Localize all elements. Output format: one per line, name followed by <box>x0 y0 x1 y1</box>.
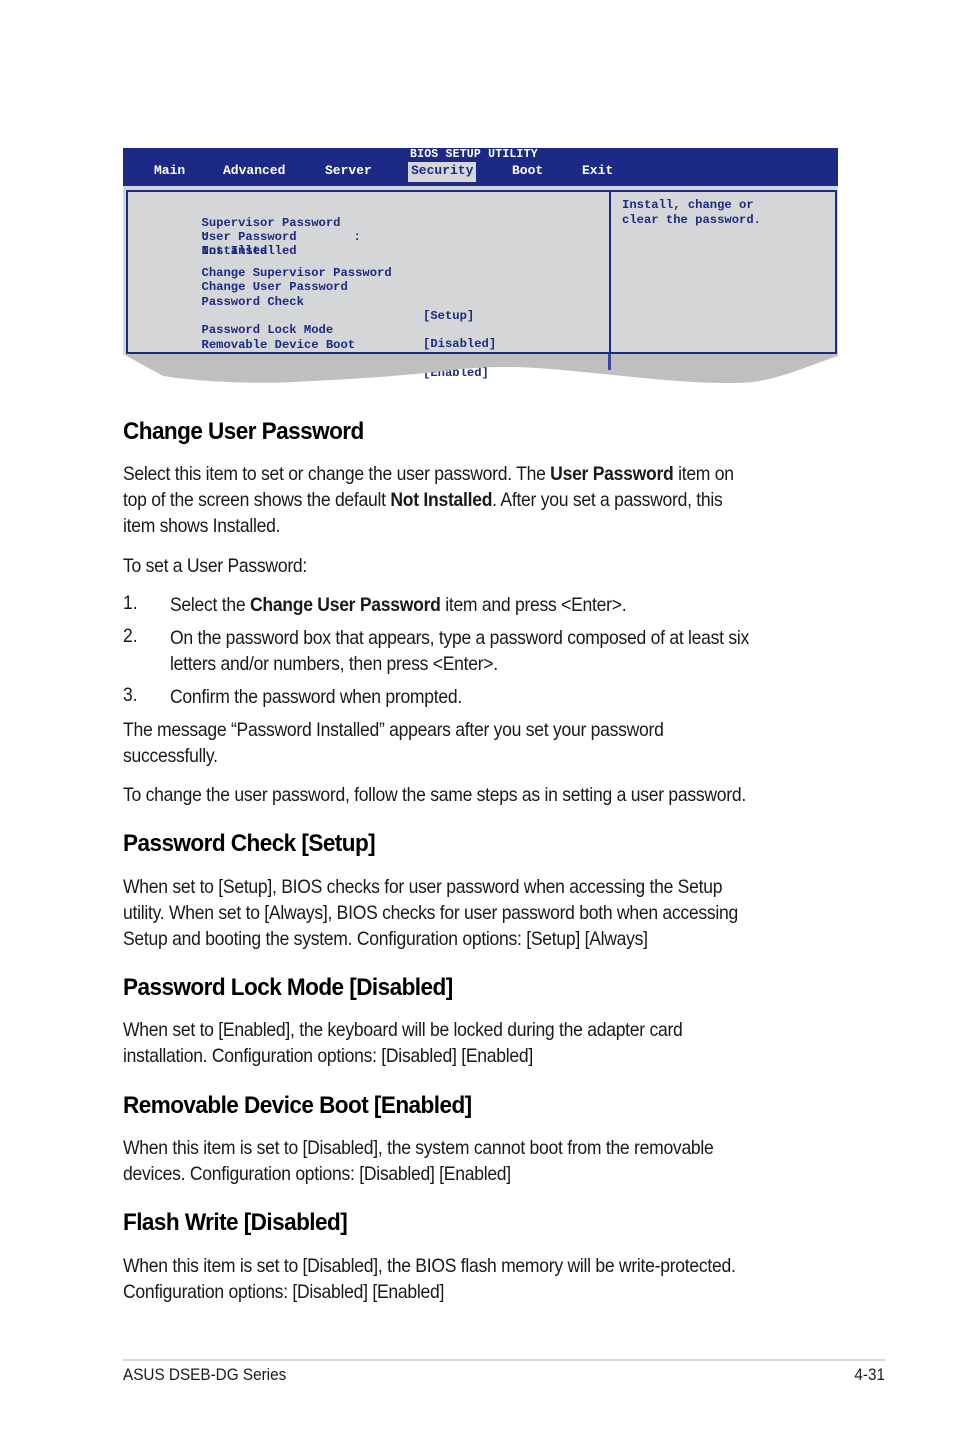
paragraph-line: Setup and booting the system. Configurat… <box>123 928 648 950</box>
status-sep: : <box>353 230 361 244</box>
step-text: On the password box that appears, type a… <box>170 627 750 649</box>
bios-header: BIOS SETUP UTILITY Main Advanced Server … <box>123 148 838 186</box>
paragraph-line: The message “Password Installed” appears… <box>123 719 664 741</box>
step-text: Confirm the password when prompted. <box>170 686 462 708</box>
tab-security[interactable]: Security <box>408 162 477 182</box>
text-span: Select the <box>170 594 250 616</box>
text-span: . After you set a password, this <box>492 489 723 511</box>
tab-server[interactable]: Server <box>322 162 375 182</box>
step-number: 2. <box>123 625 138 647</box>
paragraph-line: Configuration options: [Disabled] [Enabl… <box>123 1281 445 1303</box>
item-label: Password Check <box>201 295 304 309</box>
bios-settings-panel: Supervisor Password : Installed User Pas… <box>126 190 610 380</box>
bios-body: Supervisor Password : Installed User Pas… <box>123 186 838 380</box>
bold-text: User Password <box>550 463 674 485</box>
heading-password-lock-mode: Password Lock Mode [Disabled] <box>123 974 453 1001</box>
text-span: Select this item to set or change the us… <box>123 463 551 485</box>
tab-advanced[interactable]: Advanced <box>220 162 288 182</box>
paragraph-line: successfully. <box>123 745 218 767</box>
paragraph-line: devices. Configuration options: [Disable… <box>123 1163 511 1185</box>
bios-setup-screenshot: BIOS SETUP UTILITY Main Advanced Server … <box>123 148 838 386</box>
paragraph-line: utility. When set to [Always], BIOS chec… <box>123 902 739 924</box>
bold-text: Change User Password <box>249 594 441 616</box>
step-text: letters and/or numbers, then press <Ente… <box>170 653 498 675</box>
help-text-line: clear the password. <box>622 213 761 227</box>
paragraph-line: To change the user password, follow the … <box>123 784 746 806</box>
tab-boot[interactable]: Boot <box>509 162 546 182</box>
torn-edge-graphic <box>123 354 838 384</box>
paragraph-line: When set to [Setup], BIOS checks for use… <box>123 876 723 898</box>
text-span: item and press <Enter>. <box>440 594 627 616</box>
bios-help-panel: Install, change or clear the password. <box>609 190 837 354</box>
heading-change-user-password: Change User Password <box>123 418 364 445</box>
to-set-label: To set a User Password: <box>123 555 307 577</box>
paragraph-line: When set to [Enabled], the keyboard will… <box>123 1019 683 1041</box>
footer-divider <box>123 1359 885 1361</box>
paragraph-line: item shows Installed. <box>123 515 281 537</box>
paragraph-line: When this item is set to [Disabled], the… <box>123 1137 714 1159</box>
paragraph-line: When this item is set to [Disabled], the… <box>123 1255 736 1277</box>
step-number: 3. <box>123 684 138 706</box>
status-label: User Password <box>201 230 297 244</box>
tab-main[interactable]: Main <box>151 162 188 182</box>
step-number: 1. <box>123 592 138 614</box>
help-text-line: Install, change or <box>622 198 754 212</box>
tab-exit[interactable]: Exit <box>579 162 616 182</box>
text-span: top of the screen shows the default <box>123 489 391 511</box>
paragraph-line: installation. Configuration options: [Di… <box>123 1045 533 1067</box>
heading-flash-write: Flash Write [Disabled] <box>123 1209 348 1236</box>
bold-text: Not Installed <box>390 489 493 511</box>
paragraph-line: Select this item to set or change the us… <box>123 461 734 487</box>
bios-title: BIOS SETUP UTILITY <box>410 148 538 161</box>
heading-removable-device-boot: Removable Device Boot [Enabled] <box>123 1092 472 1119</box>
step-text: Select the Change User Password item and… <box>170 592 627 618</box>
footer-page-number: 4-31 <box>854 1365 885 1384</box>
bios-tab-bar: Main Advanced Server Security Boot Exit <box>123 162 838 186</box>
paragraph-line: top of the screen shows the default Not … <box>123 487 723 513</box>
footer-product-name: ASUS DSEB-DG Series <box>123 1365 287 1384</box>
heading-password-check: Password Check [Setup] <box>123 830 376 857</box>
text-span: item on <box>673 463 734 485</box>
